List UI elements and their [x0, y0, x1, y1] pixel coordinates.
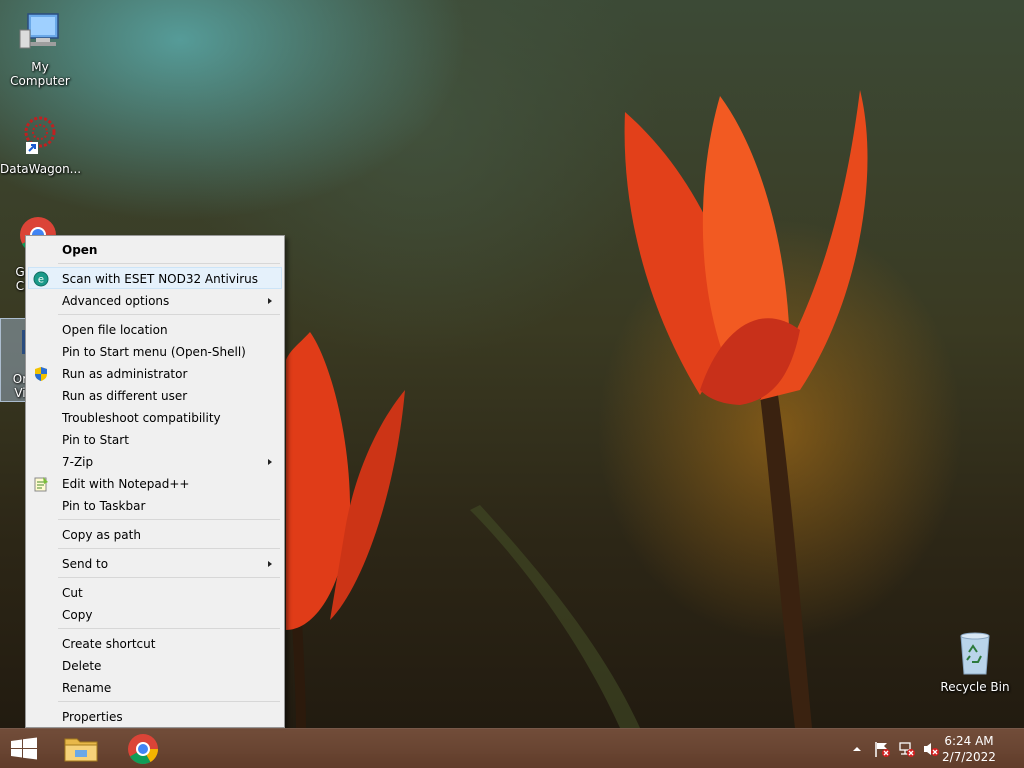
- menu-item-label: 7-Zip: [62, 455, 94, 469]
- folder-icon: [64, 738, 98, 762]
- network-icon[interactable]: [898, 740, 916, 758]
- menu-item-send-to[interactable]: Send to: [28, 552, 282, 574]
- menu-item-rename[interactable]: Rename: [28, 676, 282, 698]
- submenu-arrow-icon: [268, 459, 272, 465]
- chrome-icon: [128, 734, 158, 765]
- menu-item-label: Send to: [62, 557, 109, 571]
- taskbar: 6:24 AM 2/7/2022: [0, 728, 1024, 768]
- menu-item-copy-as-path[interactable]: Copy as path: [28, 523, 282, 545]
- menu-separator: [58, 574, 282, 581]
- my-computer-desktop-icon[interactable]: My Computer: [0, 10, 80, 88]
- menu-item-delete[interactable]: Delete: [28, 654, 282, 676]
- menu-item-label: Run as administrator: [62, 367, 188, 381]
- recycle-bin-icon: [951, 630, 999, 678]
- menu-item-properties[interactable]: Properties: [28, 705, 282, 727]
- show-hidden-icons-chevron-up-icon[interactable]: [850, 742, 868, 760]
- taskbar-file-explorer[interactable]: [57, 731, 105, 767]
- menu-item-label: Delete: [62, 659, 102, 673]
- notepadpp-icon: [33, 476, 49, 492]
- menu-item-copy[interactable]: Copy: [28, 603, 282, 625]
- menu-item-pin-to-start-menu[interactable]: Pin to Start menu (Open-Shell): [28, 340, 282, 362]
- menu-item-label: Rename: [62, 681, 112, 695]
- menu-item-label: Edit with Notepad++: [62, 477, 190, 491]
- menu-item-label: Pin to Taskbar: [62, 499, 146, 513]
- datawagon-desktop-icon[interactable]: DataWagon...: [0, 112, 82, 176]
- uac-shield-icon: [33, 366, 49, 382]
- menu-separator: [58, 260, 282, 267]
- menu-separator: [58, 516, 282, 523]
- menu-item-pin-to-start[interactable]: Pin to Start: [28, 428, 282, 450]
- menu-item-run-as-administrator[interactable]: Run as administrator: [28, 362, 282, 384]
- menu-item-open-file-location[interactable]: Open file location: [28, 318, 282, 340]
- taskbar-clock[interactable]: 6:24 AM 2/7/2022: [934, 733, 1004, 765]
- menu-item-label: Cut: [62, 586, 83, 600]
- desktop-icon-label: My Computer: [10, 60, 70, 88]
- menu-item-label: Scan with ESET NOD32 Antivirus: [62, 272, 259, 286]
- menu-item-label: Create shortcut: [62, 637, 156, 651]
- clock-date: 2/7/2022: [942, 750, 996, 764]
- clock-time: 6:24 AM: [944, 734, 994, 748]
- windows-logo-icon: [11, 737, 37, 760]
- menu-separator: [58, 545, 282, 552]
- submenu-arrow-icon: [268, 298, 272, 304]
- menu-separator: [58, 698, 282, 705]
- menu-item-label: Pin to Start: [62, 433, 129, 447]
- menu-item-7zip[interactable]: 7-Zip: [28, 450, 282, 472]
- menu-item-cut[interactable]: Cut: [28, 581, 282, 603]
- desktop-icon-label: Recycle Bin: [940, 680, 1010, 694]
- menu-item-create-shortcut[interactable]: Create shortcut: [28, 632, 282, 654]
- menu-item-label: Copy: [62, 608, 93, 622]
- datawagon-icon: [16, 112, 64, 160]
- menu-item-open[interactable]: Open: [28, 238, 282, 260]
- menu-item-troubleshoot[interactable]: Troubleshoot compatibility: [28, 406, 282, 428]
- menu-item-label: Pin to Start menu (Open-Shell): [62, 345, 246, 359]
- menu-separator: [58, 625, 282, 632]
- recycle-bin-desktop-icon[interactable]: Recycle Bin: [935, 630, 1015, 694]
- taskbar-chrome[interactable]: [119, 731, 167, 767]
- menu-item-advanced-options[interactable]: Advanced options: [28, 289, 282, 311]
- eset-icon: e: [33, 271, 49, 287]
- submenu-arrow-icon: [268, 561, 272, 567]
- menu-item-run-as-different-user[interactable]: Run as different user: [28, 384, 282, 406]
- menu-separator: [58, 311, 282, 318]
- desktop-icon-label: DataWagon...: [0, 162, 82, 176]
- menu-item-label: Open file location: [62, 323, 168, 337]
- svg-text:e: e: [38, 275, 44, 286]
- menu-item-label: Troubleshoot compatibility: [62, 411, 221, 425]
- menu-item-label: Run as different user: [62, 389, 188, 403]
- menu-item-scan-eset[interactable]: e Scan with ESET NOD32 Antivirus: [28, 267, 282, 289]
- action-center-flag-icon[interactable]: [873, 740, 891, 758]
- context-menu: Open e Scan with ESET NOD32 Antivirus Ad…: [25, 235, 285, 728]
- menu-item-edit-notepadpp[interactable]: Edit with Notepad++: [28, 472, 282, 494]
- start-button[interactable]: [0, 731, 48, 767]
- menu-item-pin-to-taskbar[interactable]: Pin to Taskbar: [28, 494, 282, 516]
- computer-icon: [16, 10, 64, 58]
- menu-item-label: Advanced options: [62, 294, 170, 308]
- menu-item-label: Copy as path: [62, 528, 141, 542]
- menu-item-label: Properties: [62, 710, 123, 724]
- menu-item-label: Open: [62, 243, 98, 257]
